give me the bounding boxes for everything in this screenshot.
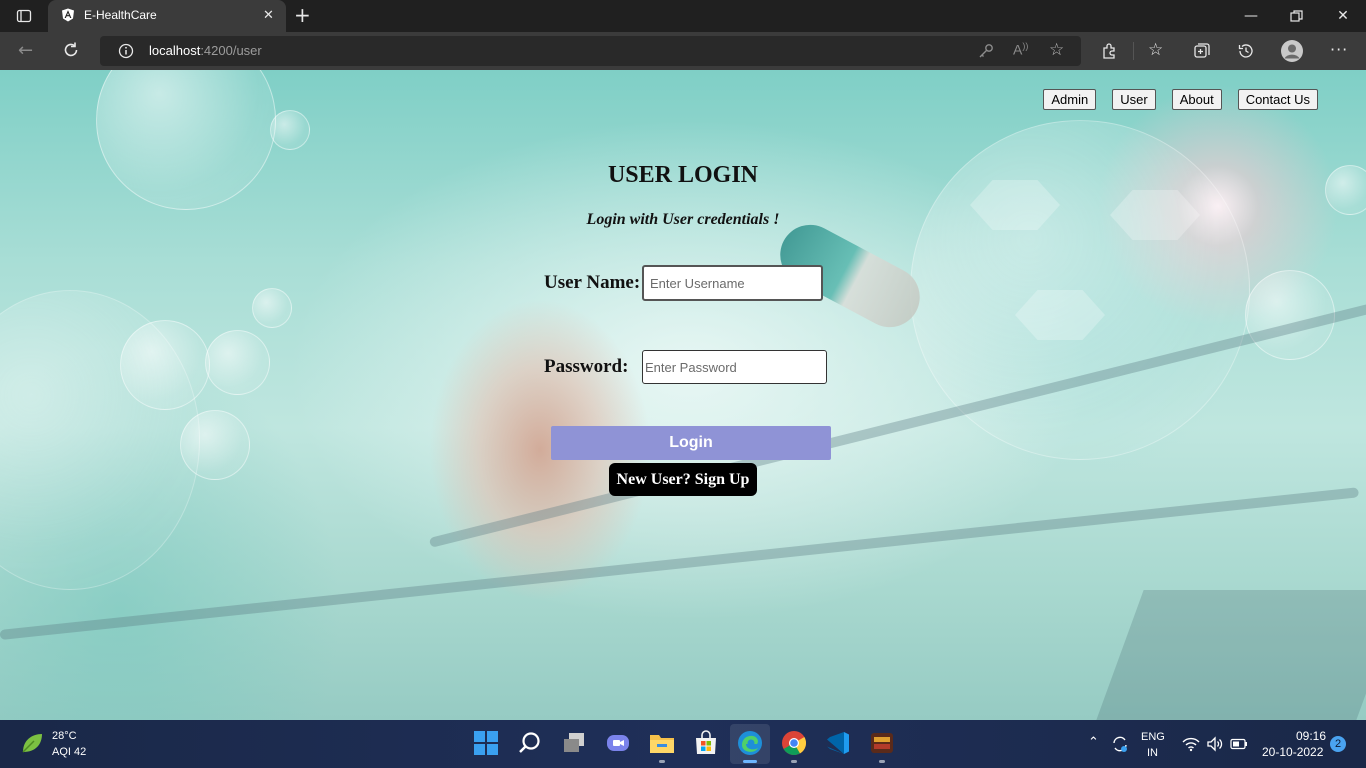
reload-icon[interactable] xyxy=(62,41,80,59)
tab-close-icon[interactable]: ✕ xyxy=(263,8,274,23)
taskbar xyxy=(0,720,1366,768)
notification-badge[interactable]: 2 xyxy=(1330,736,1346,752)
running-indicator xyxy=(791,760,797,763)
bubble-decoration xyxy=(205,330,270,395)
game-app-icon[interactable] xyxy=(869,730,895,756)
running-indicator xyxy=(659,760,665,763)
running-indicator xyxy=(879,760,885,763)
url-text[interactable]: localhost:4200/user xyxy=(149,43,262,58)
close-window-icon[interactable]: ✕ xyxy=(1333,8,1353,24)
vscode-icon[interactable] xyxy=(825,730,851,756)
favorites-icon[interactable]: ☆ xyxy=(1148,40,1163,60)
angular-favicon-icon xyxy=(62,8,74,22)
url-host: localhost xyxy=(149,43,201,58)
weather-temperature[interactable]: 28°C xyxy=(52,730,77,742)
tab-actions-icon[interactable] xyxy=(16,8,32,24)
site-info-icon[interactable] xyxy=(118,43,134,59)
login-subtitle: Login with User credentials ! xyxy=(586,211,780,228)
key-icon[interactable] xyxy=(977,42,995,60)
add-favorite-icon[interactable]: ☆ xyxy=(1049,40,1064,60)
teams-chat-icon[interactable] xyxy=(605,730,631,756)
edge-icon[interactable] xyxy=(737,730,763,756)
language-indicator-eng[interactable]: ENG xyxy=(1141,731,1165,743)
weather-leaf-icon[interactable] xyxy=(20,732,44,754)
start-icon[interactable] xyxy=(473,730,499,756)
history-icon[interactable] xyxy=(1237,42,1255,60)
search-icon[interactable] xyxy=(517,730,543,756)
username-label: User Name: xyxy=(544,272,641,293)
restore-icon[interactable] xyxy=(1290,10,1303,23)
tab-title: E-HealthCare xyxy=(84,8,157,22)
nav-contact-button[interactable]: Contact Us xyxy=(1237,89,1318,110)
new-tab-icon[interactable]: + xyxy=(294,4,311,26)
signup-button[interactable]: New User? Sign Up xyxy=(609,463,757,496)
show-hidden-icons-icon[interactable]: ⌃ xyxy=(1088,735,1099,750)
more-options-icon[interactable]: ··· xyxy=(1330,40,1348,59)
chrome-icon[interactable] xyxy=(781,730,807,756)
file-explorer-icon[interactable] xyxy=(649,730,675,756)
nav-about-button[interactable]: About xyxy=(1171,89,1222,110)
language-indicator-region[interactable]: IN xyxy=(1147,747,1158,759)
keyboard-decoration xyxy=(1096,590,1366,720)
login-button[interactable]: Login xyxy=(551,426,831,460)
collections-icon[interactable] xyxy=(1193,42,1211,60)
back-arrow-icon[interactable]: ← xyxy=(18,40,33,61)
battery-icon[interactable] xyxy=(1230,738,1248,750)
active-indicator xyxy=(743,760,757,763)
clock-date[interactable]: 20-10-2022 xyxy=(1262,745,1323,759)
password-label: Password: xyxy=(544,356,629,377)
url-path: :4200/user xyxy=(200,43,262,58)
nav-user-button[interactable]: User xyxy=(1112,89,1156,110)
minimize-icon[interactable]: — xyxy=(1241,8,1261,24)
sync-icon[interactable] xyxy=(1110,734,1130,754)
extensions-icon[interactable] xyxy=(1100,42,1118,60)
login-title: USER LOGIN xyxy=(607,162,759,188)
toolbar-divider xyxy=(1133,42,1134,60)
clock-time[interactable]: 09:16 xyxy=(1296,729,1326,743)
weather-aqi[interactable]: AQI 42 xyxy=(52,746,86,758)
volume-icon[interactable] xyxy=(1206,736,1224,752)
wifi-icon[interactable] xyxy=(1182,736,1200,752)
profile-avatar-icon[interactable] xyxy=(1280,39,1304,63)
task-view-icon[interactable] xyxy=(561,730,587,756)
username-input[interactable] xyxy=(642,265,823,301)
password-input[interactable] xyxy=(642,350,827,384)
read-aloud-icon[interactable]: A)) xyxy=(1013,41,1028,58)
bubble-decoration xyxy=(252,288,292,328)
bubble-decoration xyxy=(96,70,276,210)
nav-admin-button[interactable]: Admin xyxy=(1043,89,1097,110)
store-icon[interactable] xyxy=(693,730,719,756)
bubble-decoration xyxy=(270,110,310,150)
page-background: Admin User About Contact Us USER LOGIN L… xyxy=(0,70,1366,720)
top-nav: Admin User About Contact Us xyxy=(1043,89,1318,110)
